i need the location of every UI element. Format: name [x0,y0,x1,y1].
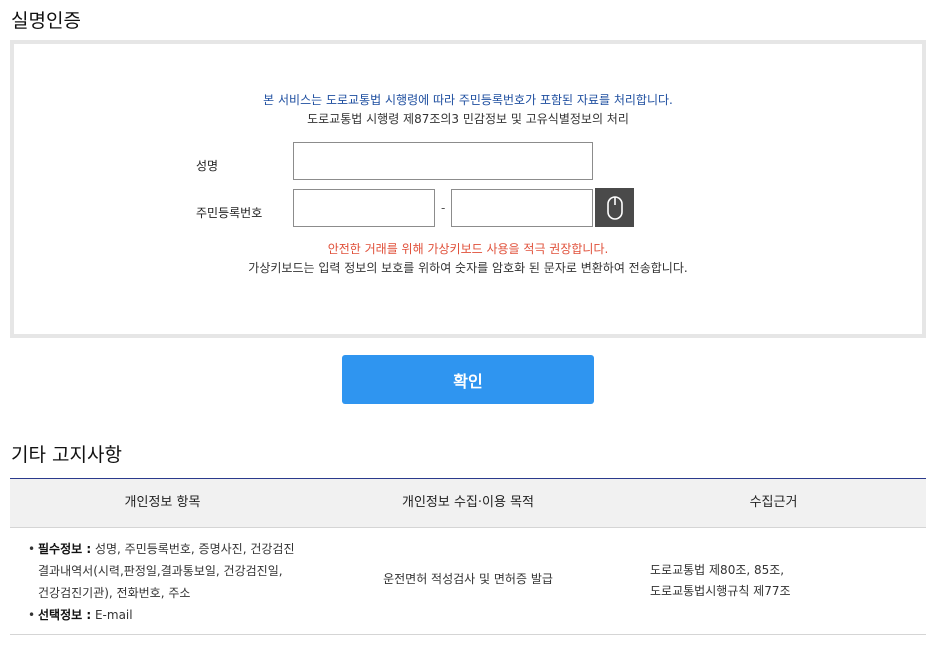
table-header: 개인정보 항목 개인정보 수집·이용 목적 수집근거 [10,478,926,528]
required-info-text-3: 건강검진기관), 전화번호, 주소 [38,586,191,600]
real-name-auth-box: 본 서비스는 도로교통법 시행령에 따라 주민등록번호가 포함된 자료를 처리합… [10,40,926,338]
required-info-item: • 필수정보 : 성명, 주민등록번호, 증명사진, 건강검진 결과내역서(시력… [28,542,295,600]
rrn-front-input[interactable] [294,190,434,226]
privacy-notice-table: 개인정보 항목 개인정보 수집·이용 목적 수집근거 • 필수정보 : 성명, … [10,478,926,635]
legal-basis-line-1: 도로교통법 제80조, 85조, [650,563,785,577]
required-info-label: 필수정보 : [38,542,92,556]
legal-basis-cell: 도로교통법 제80조, 85조, 도로교통법시행규칙 제77조 [650,560,791,602]
rrn-front-field[interactable] [293,189,435,227]
required-info-text-2: 결과내역서(시력,판정일,결과통보일, 건강검진일, [38,564,283,578]
legal-basis-line-2: 도로교통법시행규칙 제77조 [650,584,791,598]
header-legal-basis: 수집근거 [749,495,798,510]
header-privacy-items: 개인정보 항목 [124,495,201,510]
collection-purpose-cell: 운전면허 적성검사 및 면허증 발급 [383,572,553,586]
header-collection-purpose: 개인정보 수집·이용 목적 [402,495,534,510]
table-row: • 필수정보 : 성명, 주민등록번호, 증명사진, 건강검진 결과내역서(시력… [10,528,926,635]
confirm-button[interactable]: 확인 [342,355,594,404]
optional-info-item: • 선택정보 : E-mail [28,608,133,622]
optional-info-label: 선택정보 : [38,608,92,622]
rrn-label: 주민등록번호 [196,206,263,220]
legal-basis-notice: 도로교통법 시행령 제87조의3 민감정보 및 고유식별정보의 처리 [307,112,629,126]
optional-info-text: E-mail [94,608,133,622]
page-title: 실명인증 [11,10,81,32]
virtual-keyboard-button[interactable] [595,188,634,227]
rrn-separator: - [441,201,446,215]
required-info-text: 성명, 주민등록번호, 증명사진, 건강검진 [94,542,295,556]
mouse-icon [606,195,623,220]
name-label: 성명 [196,159,219,173]
rrn-back-input[interactable] [452,190,592,226]
name-field[interactable] [293,142,593,180]
rrn-back-field[interactable] [451,189,593,227]
virtual-keyboard-description: 가상키보드는 입력 정보의 보호를 위하여 숫자를 암호화 된 문자로 변환하여… [248,261,688,275]
privacy-items-cell: • 필수정보 : 성명, 주민등록번호, 증명사진, 건강검진 결과내역서(시력… [28,538,328,626]
service-notice: 본 서비스는 도로교통법 시행령에 따라 주민등록번호가 포함된 자료를 처리합… [263,93,673,107]
name-input[interactable] [294,143,592,179]
virtual-keyboard-recommendation: 안전한 거래를 위해 가상키보드 사용을 적극 권장합니다. [327,242,609,256]
notice-section-title: 기타 고지사항 [11,444,122,466]
